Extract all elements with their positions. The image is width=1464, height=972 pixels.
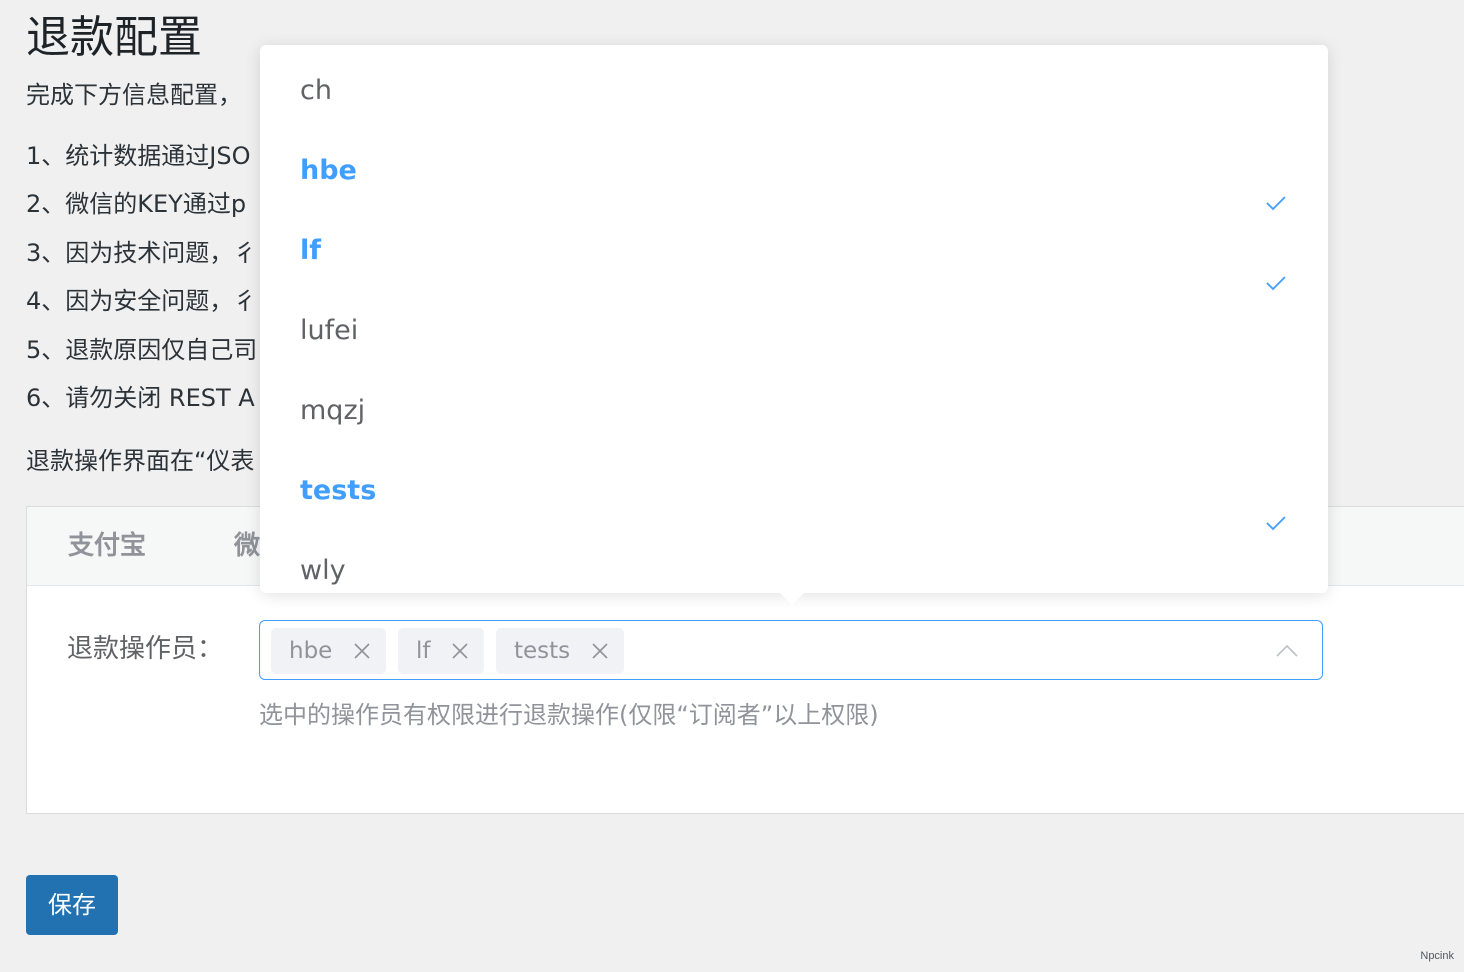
option-label: tests bbox=[300, 475, 377, 506]
dropdown-option[interactable]: tests bbox=[260, 451, 1328, 531]
notes-list: 1、统计数据通过JSO 2、微信的KEY通过p 3、因为技术问题，彳 4、因为安… bbox=[26, 138, 257, 428]
note-item: 5、退款原因仅自己司 bbox=[26, 335, 258, 364]
dropdown-option[interactable]: lf bbox=[260, 211, 1328, 291]
operator-dropdown: ch hbe lf lufei mqzj tests wly bbox=[260, 45, 1328, 605]
selected-tag: hbe bbox=[271, 628, 386, 674]
dropdown-option[interactable]: hbe bbox=[260, 131, 1328, 211]
option-label: ch bbox=[300, 75, 332, 106]
check-icon bbox=[1266, 243, 1286, 291]
note-item: 2、微信的KEY通过p bbox=[26, 190, 247, 219]
tag-label: tests bbox=[514, 638, 571, 664]
check-icon bbox=[1266, 163, 1286, 211]
operator-multiselect[interactable]: hbe lf tests bbox=[259, 620, 1323, 680]
option-label: mqzj bbox=[300, 395, 366, 426]
dropdown-option[interactable]: lufei bbox=[260, 291, 1328, 371]
tab-alipay[interactable]: 支付宝 bbox=[68, 507, 146, 585]
note-item: 4、因为安全问题，彳 bbox=[26, 287, 258, 316]
option-label: hbe bbox=[300, 155, 357, 186]
close-icon[interactable] bbox=[451, 642, 469, 660]
location-note: 退款操作界面在“仪表 bbox=[26, 447, 255, 475]
note-item: 3、因为技术问题，彳 bbox=[26, 238, 258, 267]
note-item: 6、请勿关闭 REST A bbox=[26, 383, 255, 412]
chevron-up-icon[interactable] bbox=[1276, 643, 1298, 657]
option-label: lf bbox=[300, 235, 322, 266]
dropdown-option[interactable]: mqzj bbox=[260, 371, 1328, 451]
dropdown-caret bbox=[780, 593, 804, 605]
refund-operator-label: 退款操作员： bbox=[67, 634, 224, 664]
dropdown-list: ch hbe lf lufei mqzj tests wly bbox=[260, 45, 1328, 593]
close-icon[interactable] bbox=[353, 642, 371, 660]
tab-wechat[interactable]: 微 bbox=[234, 507, 260, 585]
note-item: 1、统计数据通过JSO bbox=[26, 142, 251, 170]
selected-tag: lf bbox=[398, 628, 484, 674]
option-label: wly bbox=[300, 555, 346, 586]
intro-text: 完成下方信息配置， bbox=[26, 81, 242, 109]
selected-tag: tests bbox=[496, 628, 624, 674]
dropdown-option[interactable]: wly bbox=[260, 531, 1328, 593]
page-title: 退款配置 bbox=[26, 12, 202, 63]
tag-label: hbe bbox=[289, 638, 333, 664]
help-text: 选中的操作员有权限进行退款操作(仅限“订阅者”以上权限) bbox=[259, 701, 879, 729]
check-icon bbox=[1266, 483, 1286, 531]
watermark: Npcink bbox=[1420, 950, 1454, 962]
tag-label: lf bbox=[416, 638, 431, 664]
option-label: lufei bbox=[300, 315, 359, 346]
close-icon[interactable] bbox=[591, 642, 609, 660]
dropdown-option[interactable]: ch bbox=[260, 51, 1328, 131]
save-button[interactable]: 保存 bbox=[26, 875, 118, 935]
